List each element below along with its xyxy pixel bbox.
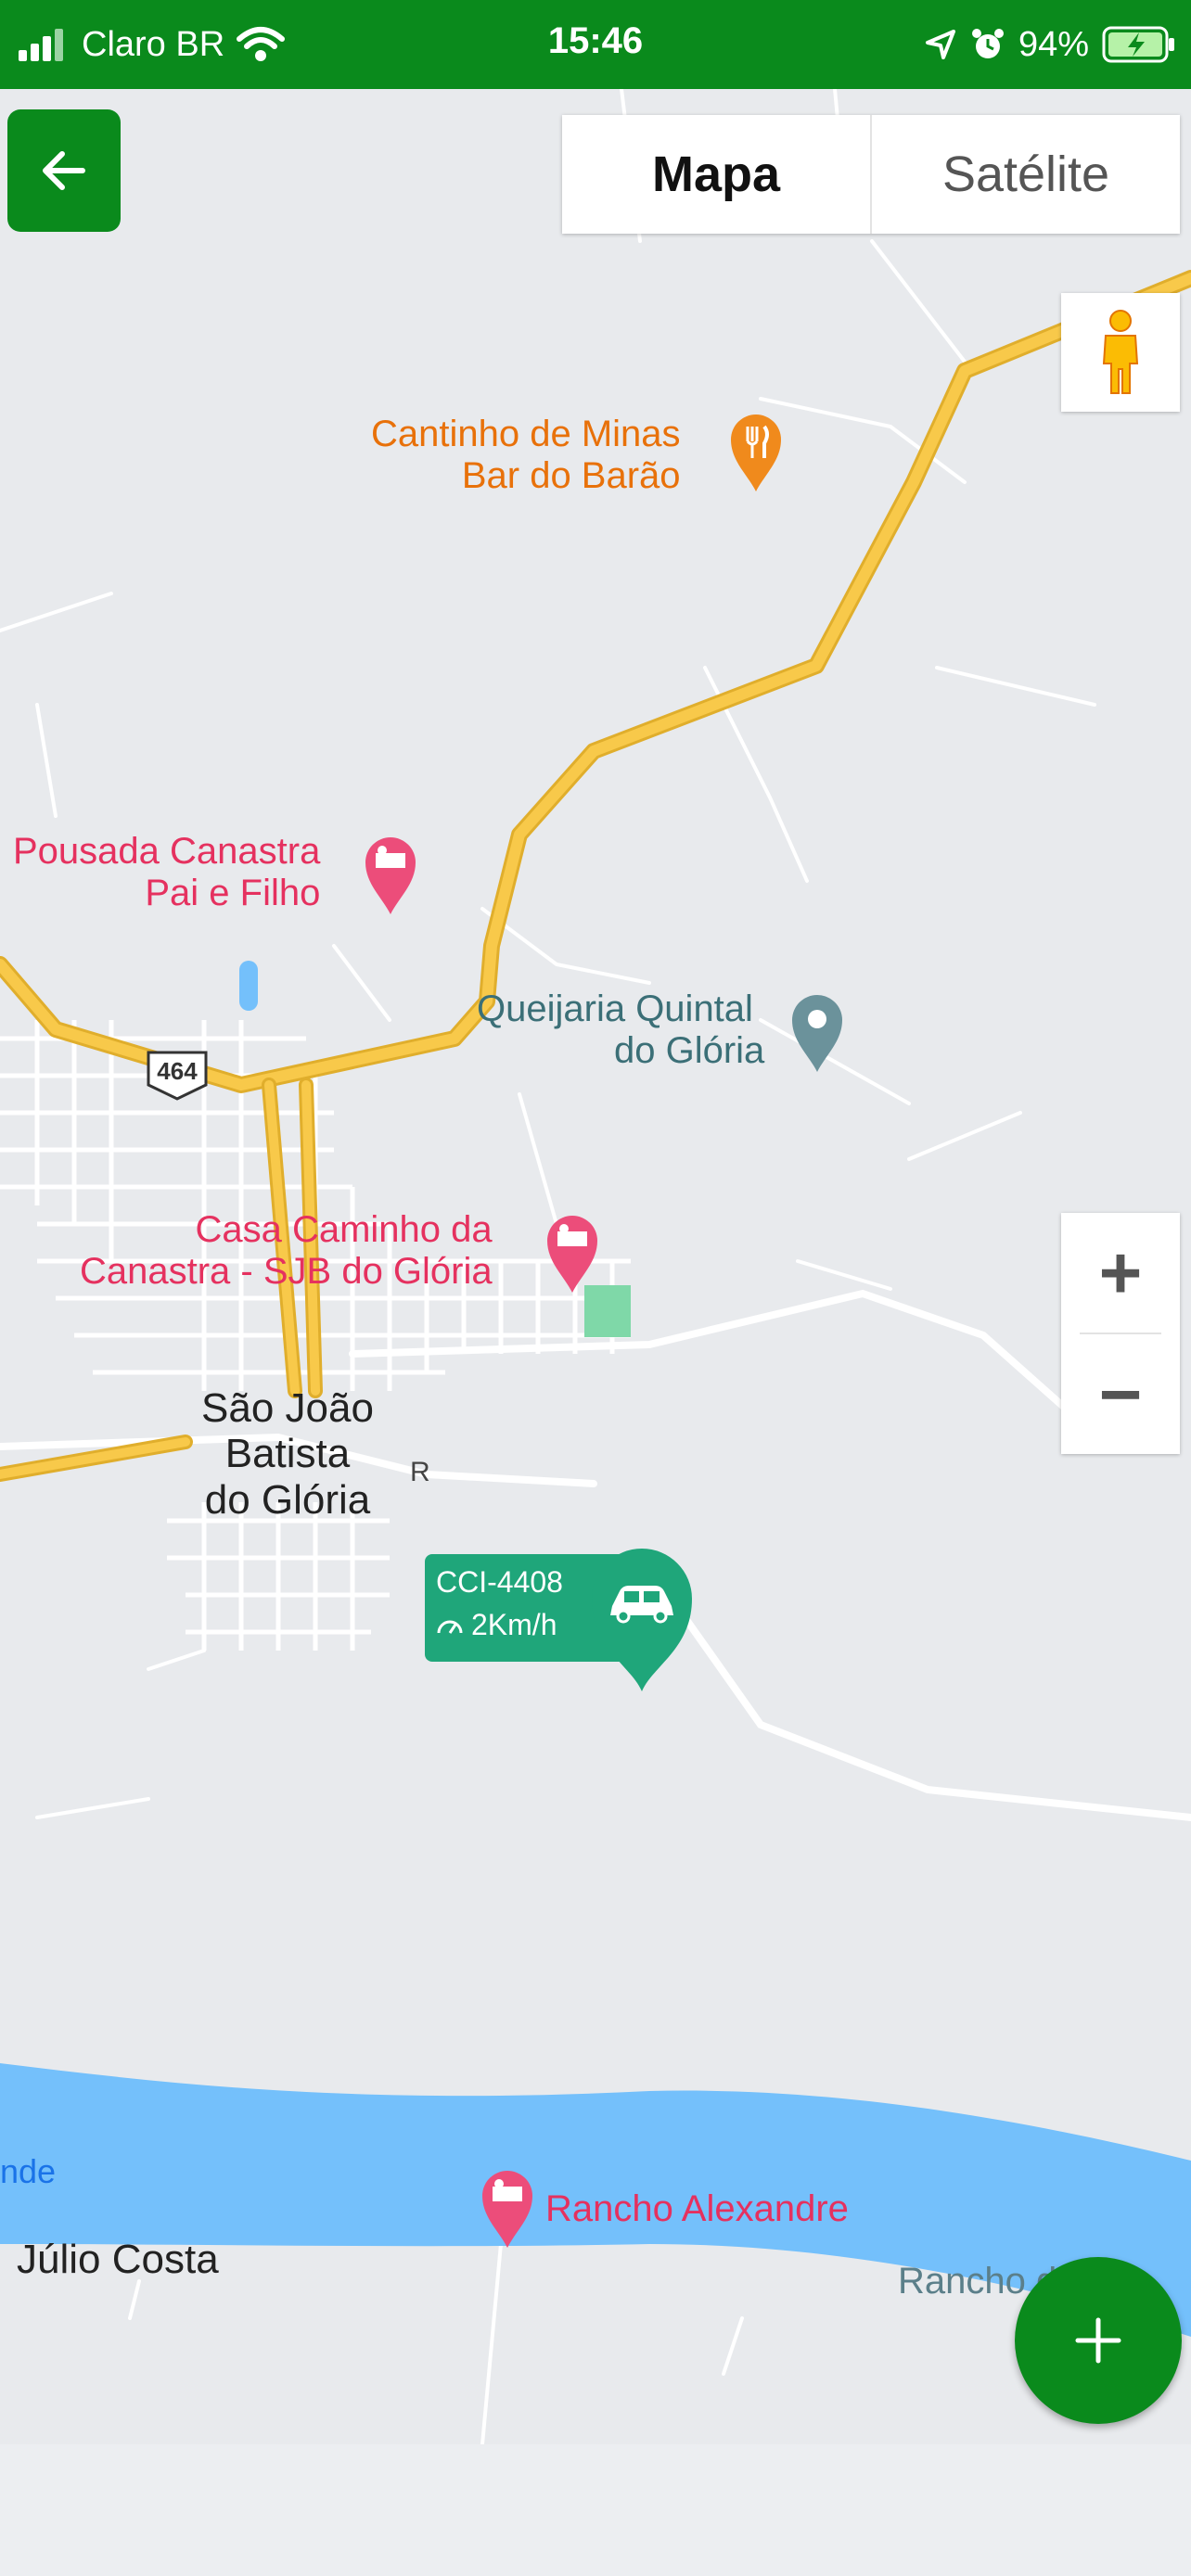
poi-casa-label[interactable]: Casa Caminho da Canastra - SJB do Glória — [80, 1209, 493, 1293]
add-fab-button[interactable] — [1015, 2257, 1182, 2424]
river-label-fragment: nde — [0, 2152, 57, 2190]
speedometer-icon — [437, 1620, 463, 1634]
road-letter-label: R — [410, 1457, 430, 1487]
status-bar: Claro BR 15:46 94% — [0, 0, 1191, 89]
poi-restaurant-label[interactable]: Cantinho de Minas Bar do Barão — [371, 414, 681, 497]
vehicle-marker[interactable]: CCI-4408 2Km/h — [425, 1545, 696, 1691]
town-label: São João Batista do Glória — [201, 1385, 374, 1523]
restaurant-icon[interactable] — [727, 410, 785, 493]
poi-rancho-alexandre-label[interactable]: Rancho Alexandre — [545, 2188, 849, 2230]
poi-queijaria-label[interactable]: Queijaria Quintal do Glória — [477, 988, 764, 1072]
battery-percent: 94% — [1018, 24, 1089, 64]
location-arrow-icon — [925, 30, 955, 59]
pegman-icon — [1102, 310, 1139, 394]
pond — [239, 961, 258, 1011]
map-type-satellite-button[interactable]: Satélite — [872, 115, 1180, 234]
back-arrow-icon — [43, 151, 85, 190]
place-label-julio-costa: Júlio Costa — [17, 2237, 219, 2282]
battery-icon — [1102, 26, 1174, 63]
bottom-area — [0, 2444, 1191, 2576]
plus-icon — [1075, 2317, 1121, 2364]
zoom-controls: + − — [1061, 1213, 1180, 1454]
hotel-icon[interactable] — [479, 2166, 536, 2250]
hotel-icon[interactable] — [362, 833, 419, 916]
vehicle-speed: 2Km/h — [436, 1608, 557, 1642]
map-type-toggle[interactable]: Mapa Satélite — [562, 115, 1180, 234]
back-button[interactable] — [7, 109, 121, 232]
street-view-button[interactable] — [1061, 293, 1180, 412]
map-view[interactable]: 464 R Cantinho de Minas Bar do Barão Pou… — [0, 89, 1191, 2444]
place-icon[interactable] — [788, 990, 846, 1074]
vehicle-plate: CCI-4408 — [436, 1565, 563, 1599]
zoom-out-button[interactable]: − — [1061, 1334, 1180, 1454]
road-shield-label: 464 — [157, 1057, 198, 1085]
map-type-mapa-button[interactable]: Mapa — [562, 115, 872, 234]
poi-pousada-label[interactable]: Pousada Canastra Pai e Filho — [13, 831, 320, 914]
hotel-icon[interactable] — [544, 1211, 601, 1294]
zoom-in-button[interactable]: + — [1061, 1213, 1180, 1333]
alarm-icon — [971, 29, 1004, 58]
car-pin-icon[interactable] — [588, 1545, 696, 1695]
